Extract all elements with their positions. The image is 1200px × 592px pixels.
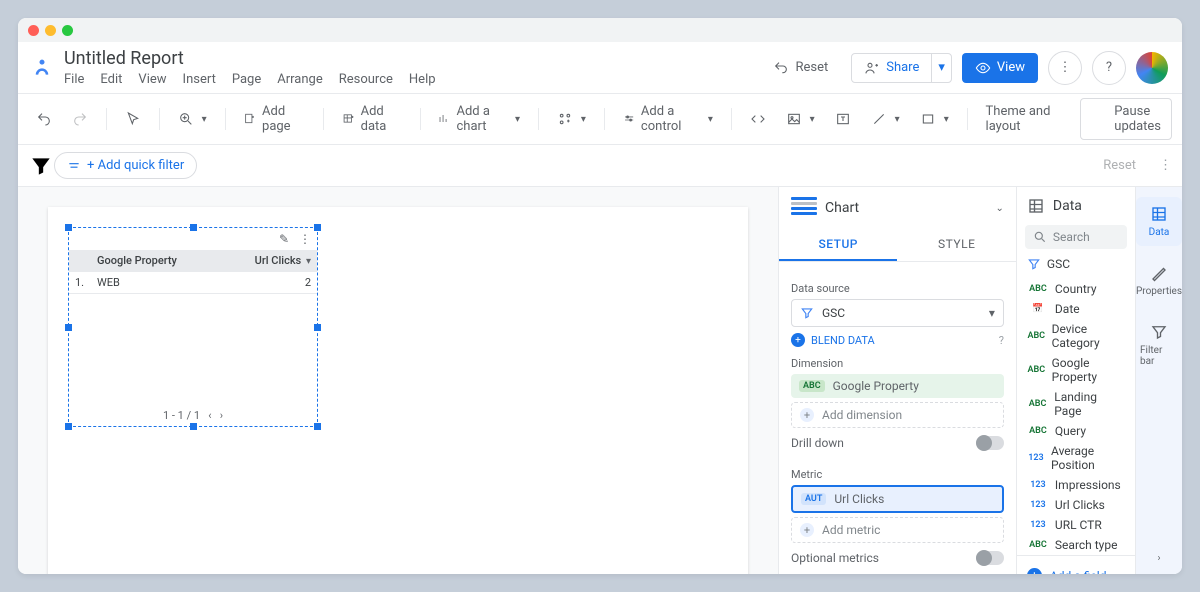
zoom-tool[interactable]: ▾ — [170, 106, 215, 132]
field-average-position[interactable]: 123Average Position — [1027, 441, 1125, 475]
data-source-name[interactable]: GSC — [1017, 249, 1135, 279]
label-optional-metrics: Optional metrics — [791, 551, 879, 565]
view-button[interactable]: View — [962, 53, 1038, 83]
field-search-type[interactable]: ABCSearch type — [1027, 535, 1125, 555]
canvas[interactable]: ✎ ⋮ Google Property Url Clicks ▾ 1. WEB 2 — [18, 187, 778, 574]
window-titlebar — [18, 18, 1182, 42]
add-data-button[interactable]: Add data — [334, 99, 410, 139]
field-impressions[interactable]: 123Impressions — [1027, 475, 1125, 495]
rail-properties[interactable]: Properties — [1136, 256, 1182, 305]
table-row[interactable]: 1. WEB 2 — [69, 272, 317, 294]
menu-view[interactable]: View — [138, 72, 166, 87]
window-close[interactable] — [28, 25, 39, 36]
line-button[interactable]: ▾ — [863, 106, 908, 132]
add-chart-button[interactable]: Add a chart▾ — [430, 99, 528, 139]
label-drill-down: Drill down — [791, 436, 844, 450]
workspace: ✎ ⋮ Google Property Url Clicks ▾ 1. WEB 2 — [18, 187, 1182, 574]
field-device-category[interactable]: ABCDevice Category — [1027, 319, 1125, 353]
data-panel: Data Search GSC ABCCountry📅DateABCDevice… — [1016, 187, 1135, 574]
blend-data-button[interactable]: +BLEND DATA? — [791, 333, 1004, 347]
field-google-property[interactable]: ABCGoogle Property — [1027, 353, 1125, 387]
field-landing-page[interactable]: ABCLanding Page — [1027, 387, 1125, 421]
redo-button[interactable] — [64, 106, 96, 132]
report-page[interactable]: ✎ ⋮ Google Property Url Clicks ▾ 1. WEB 2 — [48, 207, 748, 574]
menubar: File Edit View Insert Page Arrange Resou… — [64, 72, 760, 87]
pause-updates-button[interactable]: Pause updates — [1080, 98, 1172, 140]
doc-title[interactable]: Untitled Report — [64, 48, 760, 70]
window-minimize[interactable] — [45, 25, 56, 36]
field-date[interactable]: 📅Date — [1027, 299, 1125, 319]
table-pager[interactable]: 1 - 1 / 1 ‹ › — [69, 409, 317, 422]
field-url-clicks[interactable]: 123Url Clicks — [1027, 495, 1125, 515]
field-country[interactable]: ABCCountry — [1027, 279, 1125, 299]
add-metric-button[interactable]: +Add metric — [791, 517, 1004, 543]
col-google-property[interactable]: Google Property — [91, 250, 221, 272]
user-avatar[interactable] — [1136, 52, 1168, 84]
add-dimension-button[interactable]: +Add dimension — [791, 402, 1004, 428]
dimension-chip[interactable]: ABCGoogle Property — [791, 374, 1004, 398]
embed-button[interactable] — [742, 106, 774, 132]
panel-header[interactable]: Chart ⌄ — [779, 187, 1016, 229]
chart-more-icon[interactable]: ⋮ — [299, 232, 311, 246]
table-chart[interactable]: ✎ ⋮ Google Property Url Clicks ▾ 1. WEB 2 — [68, 227, 318, 427]
panel-title: Chart — [825, 200, 859, 216]
drill-down-toggle[interactable] — [976, 436, 1004, 450]
share-button[interactable]: Share — [852, 54, 931, 82]
col-index[interactable] — [69, 250, 91, 272]
text-button[interactable] — [827, 106, 859, 132]
col-url-clicks[interactable]: Url Clicks ▾ — [221, 250, 317, 272]
chart-type-icon — [791, 197, 817, 219]
filter-bar: + Add quick filter Reset ⋮ — [18, 145, 1182, 187]
data-source-select[interactable]: GSC — [791, 299, 1004, 327]
help-button[interactable]: ? — [1092, 51, 1126, 85]
add-field-button[interactable]: +Add a field — [1027, 564, 1125, 574]
rail-expand-icon[interactable]: › — [1157, 553, 1160, 564]
tab-style[interactable]: STYLE — [897, 229, 1015, 261]
rail-data[interactable]: Data — [1136, 197, 1182, 246]
menu-help[interactable]: Help — [409, 72, 436, 87]
looker-studio-logo-icon — [32, 58, 52, 78]
label-dimension: Dimension — [791, 357, 1004, 370]
add-page-button[interactable]: Add page — [235, 99, 313, 139]
toolbar: ▾ Add page Add data Add a chart▾ ▾ Add a… — [18, 94, 1182, 145]
metric-chip[interactable]: AUTUrl Clicks — [791, 485, 1004, 513]
community-viz-button[interactable]: ▾ — [549, 106, 594, 132]
menu-resource[interactable]: Resource — [339, 72, 393, 87]
rail-filter-bar[interactable]: Filter bar — [1136, 315, 1182, 375]
label-data-source: Data source — [791, 282, 1004, 295]
share-dropdown[interactable]: ▾ — [931, 54, 951, 82]
window-maximize[interactable] — [62, 25, 73, 36]
image-button[interactable]: ▾ — [778, 106, 823, 132]
menu-page[interactable]: Page — [232, 72, 261, 87]
header: Untitled Report File Edit View Insert Pa… — [18, 42, 1182, 94]
field-search-input[interactable]: Search — [1025, 225, 1127, 249]
theme-layout-button[interactable]: Theme and layout — [978, 99, 1077, 139]
menu-file[interactable]: File — [64, 72, 84, 87]
shape-button[interactable]: ▾ — [912, 106, 957, 132]
tab-setup[interactable]: SETUP — [779, 229, 897, 261]
edit-chart-icon[interactable]: ✎ — [279, 232, 289, 246]
label-metric: Metric — [791, 468, 1004, 481]
data-panel-header: Data — [1017, 187, 1135, 225]
app-window: Untitled Report File Edit View Insert Pa… — [18, 18, 1182, 574]
add-control-button[interactable]: Add a control▾ — [615, 99, 721, 139]
more-options-button[interactable]: ⋮ — [1048, 51, 1082, 85]
undo-button[interactable] — [28, 106, 60, 132]
properties-panel: Chart ⌄ SETUP STYLE Data source GSC +BLE… — [778, 187, 1016, 574]
filter-more-icon[interactable]: ⋮ — [1159, 158, 1172, 173]
menu-arrange[interactable]: Arrange — [277, 72, 322, 87]
reset-button[interactable]: Reset — [760, 53, 841, 83]
menu-edit[interactable]: Edit — [100, 72, 122, 87]
field-query[interactable]: ABCQuery — [1027, 421, 1125, 441]
selection-tool[interactable] — [117, 106, 149, 132]
field-url-ctr[interactable]: 123URL CTR — [1027, 515, 1125, 535]
add-quick-filter-chip[interactable]: + Add quick filter — [54, 152, 197, 179]
menu-insert[interactable]: Insert — [183, 72, 216, 87]
filter-reset-button[interactable]: Reset — [1084, 151, 1149, 180]
optional-metrics-toggle[interactable] — [976, 551, 1004, 565]
right-rail: Data Properties Filter bar › — [1135, 187, 1182, 574]
